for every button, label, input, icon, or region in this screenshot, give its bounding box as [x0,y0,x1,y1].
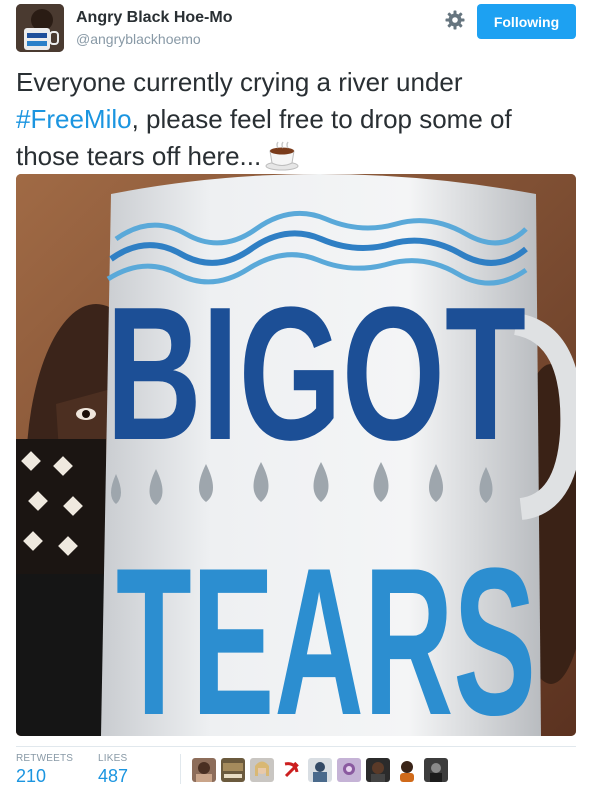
tweet-line-3-text: those tears off here... [16,141,262,171]
author-avatar[interactable] [16,4,64,52]
liker-avatar[interactable] [221,758,245,782]
liker-avatar[interactable] [337,758,361,782]
liker-avatar[interactable] [192,758,216,782]
mug-text-top: BIGOT [106,268,526,480]
following-button[interactable]: Following [477,4,576,39]
tweet-line-2: #FreeMilo, please feel free to drop some… [16,101,576,138]
likes-label: LIKES [98,753,128,764]
tweet-photo[interactable]: BIGOT TEARS [16,174,576,736]
tweet-line-1: Everyone currently crying a river under [16,67,463,97]
tweet-line-2-rest: , please feel free to drop some of [131,104,512,134]
retweets-count[interactable]: 210 [16,766,46,787]
liker-avatar[interactable] [366,758,390,782]
liker-avatar[interactable] [395,758,419,782]
liker-avatar[interactable] [424,758,448,782]
stats-divider [16,746,576,747]
liker-avatar[interactable] [250,758,274,782]
likes-count[interactable]: 487 [98,766,128,787]
hashtag-link[interactable]: #FreeMilo [16,104,132,134]
liker-avatar[interactable] [308,758,332,782]
hammer-sickle-icon[interactable] [279,758,303,782]
gear-icon[interactable] [443,8,467,32]
retweets-label: RETWEETS [16,753,74,764]
tweet-text: Everyone currently crying a river under … [16,64,576,181]
stats-separator [180,754,181,784]
mug-text-bottom: TEARS [116,524,536,736]
author-handle[interactable]: @angryblackhoemo [76,31,201,47]
author-name[interactable]: Angry Black Hoe-Mo [76,9,232,27]
